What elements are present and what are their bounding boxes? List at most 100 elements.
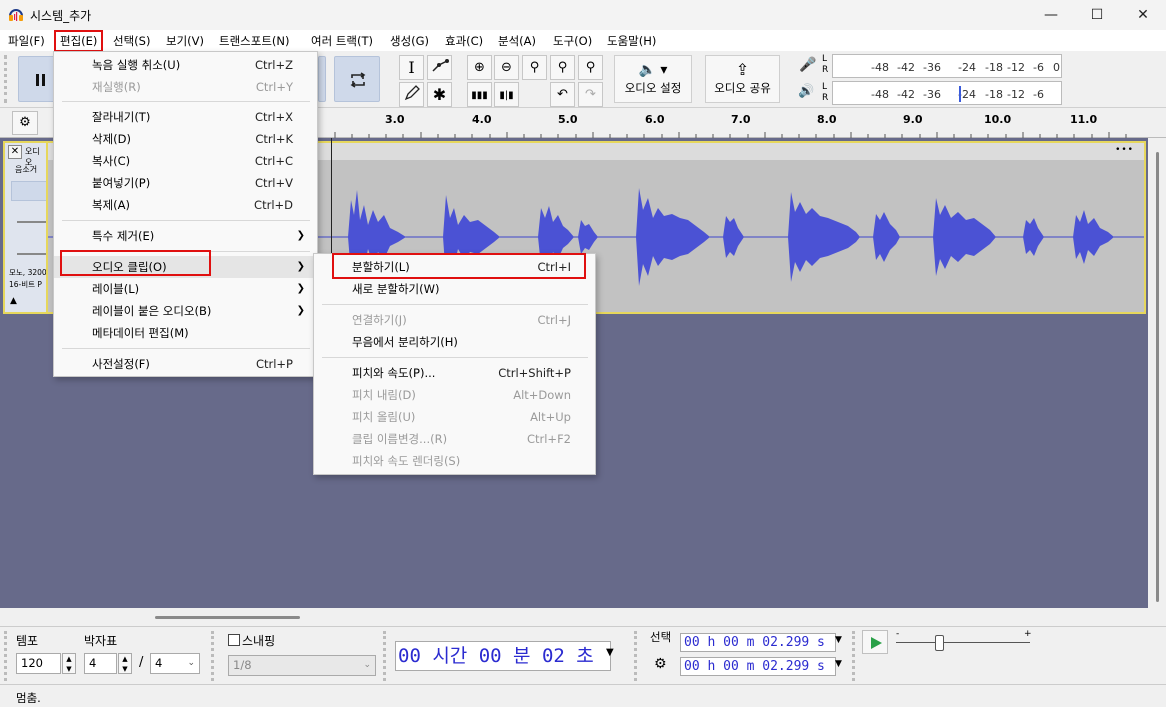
toolbar-grip[interactable] xyxy=(4,631,7,681)
envelope-tool-button[interactable] xyxy=(427,55,452,80)
fit-project-button[interactable]: ⚲ xyxy=(550,55,575,80)
playback-meter[interactable]: -48 -42 -36 -24 -18 -12 -6 xyxy=(832,81,1062,105)
track-close-button[interactable]: ✕ xyxy=(8,145,22,159)
multi-tool-button[interactable]: ✱ xyxy=(427,82,452,107)
menu-analyze[interactable]: 분석(A) xyxy=(496,32,538,50)
solo-button[interactable] xyxy=(11,181,46,201)
loop-button[interactable] xyxy=(334,56,380,102)
fit-selection-button[interactable]: ⚲ xyxy=(522,55,547,80)
toolbar-grip[interactable] xyxy=(211,631,214,681)
pan-slider[interactable] xyxy=(17,253,46,255)
audio-share-button[interactable]: ⇪ 오디오 공유 xyxy=(705,55,780,103)
audio-setup-button[interactable]: 🔈 ▾ 오디오 설정 xyxy=(614,55,692,103)
gear-icon[interactable]: ⚙ xyxy=(12,111,38,135)
toolbar-grip[interactable] xyxy=(383,631,386,681)
menu-item-render-pitch-speed[interactable]: 피치와 속도 렌더링(S) xyxy=(314,450,595,472)
menu-item-paste[interactable]: 붙여넣기(P) Ctrl+V xyxy=(54,172,317,194)
menu-item-rename-clip[interactable]: 클립 이름변경...(R) Ctrl+F2 xyxy=(314,428,595,450)
redo-button[interactable]: ↷ xyxy=(578,82,603,107)
selection-start-time[interactable]: 00 h 00 m 02.299 s xyxy=(680,633,836,652)
menu-effect[interactable]: 효과(C) xyxy=(443,32,485,50)
gear-icon[interactable]: ⚙ xyxy=(654,656,667,672)
menu-item-preferences[interactable]: 사전설정(F) Ctrl+P xyxy=(54,353,317,375)
toolbar-grip[interactable] xyxy=(634,631,637,681)
asterisk-icon: ✱ xyxy=(432,85,447,104)
menu-item-redo[interactable]: 재실행(R) Ctrl+Y xyxy=(54,76,317,98)
microphone-icon[interactable]: 🎤 xyxy=(799,57,816,73)
menu-item-detach-silence[interactable]: 무음에서 분리하기(H) xyxy=(314,331,595,353)
tempo-spinner[interactable]: ▲ ▼ xyxy=(62,653,76,674)
scroll-thumb[interactable] xyxy=(1156,152,1159,602)
tempo-input[interactable]: 120 xyxy=(16,653,61,674)
draw-tool-button[interactable] xyxy=(399,82,424,107)
zoom-out-button[interactable]: ⊖ xyxy=(494,55,519,80)
menu-item-pitch-down[interactable]: 피치 내림(D) Alt+Down xyxy=(314,384,595,406)
zoom-in-button[interactable]: ⊕ xyxy=(467,55,492,80)
menu-item-delete[interactable]: 삭제(D) Ctrl+K xyxy=(54,128,317,150)
meter-label: -24 xyxy=(958,61,976,74)
menu-item-join[interactable]: 연결하기(J) Ctrl+J xyxy=(314,309,595,331)
collapse-arrow-icon[interactable]: ▲ xyxy=(10,296,17,306)
selection-start-arrow-icon[interactable]: ▼ xyxy=(835,635,842,645)
selection-tool-button[interactable]: I xyxy=(399,55,424,80)
menu-item-pitch-speed[interactable]: 피치와 속도(P)... Ctrl+Shift+P xyxy=(314,362,595,384)
close-button[interactable]: ✕ xyxy=(1120,0,1166,30)
menu-item-labels[interactable]: 레이블(L) ❯ xyxy=(54,278,317,300)
menu-transport[interactable]: 트랜스포트(N) xyxy=(217,32,291,50)
playback-speed-slider[interactable] xyxy=(896,642,1030,643)
menu-help[interactable]: 도움말(H) xyxy=(605,32,658,50)
undo-button[interactable]: ↶ xyxy=(550,82,575,107)
menu-item-duplicate[interactable]: 복제(A) Ctrl+D xyxy=(54,194,317,216)
track-control-panel[interactable]: ✕ 오디오 음소거 모노, 3200 16-비트 P ▲ xyxy=(3,141,48,314)
track-format-info: 모노, 3200 xyxy=(9,268,47,277)
snap-checkbox[interactable] xyxy=(228,634,240,646)
time-display[interactable]: 00 시간 00 분 02 초 xyxy=(395,641,611,671)
minimize-button[interactable]: — xyxy=(1028,0,1074,30)
selection-label: 선택 xyxy=(650,630,672,644)
ts-numerator-input[interactable]: 4 xyxy=(84,653,117,674)
undo-icon: ↶ xyxy=(557,87,568,102)
ts-denominator-value: 4 xyxy=(155,656,163,670)
menu-tracks[interactable]: 여러 트랙(T) xyxy=(309,32,375,50)
time-format-arrow-icon[interactable]: ▼ xyxy=(606,647,614,658)
menu-item-split-new[interactable]: 새로 분할하기(W) xyxy=(314,278,595,300)
transport-button-partial[interactable] xyxy=(318,56,326,102)
menu-item-copy[interactable]: 복사(C) Ctrl+C xyxy=(54,150,317,172)
menu-file[interactable]: 파일(F) xyxy=(6,32,47,50)
menu-item-remove-special[interactable]: 특수 제거(E) ❯ xyxy=(54,225,317,247)
playback-speaker-icon[interactable]: 🔊 xyxy=(798,84,814,99)
menu-generate[interactable]: 생성(G) xyxy=(388,32,431,50)
speed-slider-thumb[interactable] xyxy=(935,635,944,651)
menu-item-undo[interactable]: 녹음 실행 취소(U) Ctrl+Z xyxy=(54,54,317,76)
meter-label: -36 xyxy=(923,88,941,101)
play-at-speed-button[interactable] xyxy=(862,630,888,654)
toolbar-grip[interactable] xyxy=(4,55,10,103)
gain-slider[interactable] xyxy=(17,221,46,223)
toolbar-grip[interactable] xyxy=(852,631,855,681)
h-scroll-thumb[interactable] xyxy=(155,616,300,619)
ts-denominator-select[interactable]: 4 ⌄ xyxy=(150,653,200,674)
menu-edit[interactable]: 편집(E) xyxy=(54,30,104,52)
mute-button[interactable]: 음소거 xyxy=(15,164,37,175)
recording-meter[interactable]: -48 -42 -36 -24 -18 -12 -6 0 xyxy=(832,54,1062,78)
menu-item-metadata[interactable]: 메타데이터 편집(M) xyxy=(54,322,317,344)
trim-button[interactable]: ▮▮▮ xyxy=(467,82,492,107)
menu-select[interactable]: 선택(S) xyxy=(111,32,152,50)
snap-label: 스내핑 xyxy=(242,634,276,648)
selection-end-arrow-icon[interactable]: ▼ xyxy=(835,659,842,669)
ts-spinner[interactable]: ▲ ▼ xyxy=(118,653,132,674)
snap-select[interactable]: 1/8 ⌄ xyxy=(228,655,376,676)
menu-item-pitch-up[interactable]: 피치 올림(U) Alt+Up xyxy=(314,406,595,428)
menu-item-cut[interactable]: 잘라내기(T) Ctrl+X xyxy=(54,106,317,128)
horizontal-scrollbar[interactable] xyxy=(0,608,1166,626)
menu-view[interactable]: 보기(V) xyxy=(164,32,206,50)
selection-end-time[interactable]: 00 h 00 m 02.299 s xyxy=(680,657,836,676)
zoom-toggle-button[interactable]: ⚲ xyxy=(578,55,603,80)
menu-tools[interactable]: 도구(O) xyxy=(551,32,594,50)
meter-label: -18 xyxy=(985,61,1003,74)
clip-menu-dots[interactable]: ••• xyxy=(1115,145,1134,155)
silence-button[interactable]: ▮|▮ xyxy=(494,82,519,107)
menu-item-labeled-audio[interactable]: 레이블이 붙은 오디오(B) ❯ xyxy=(54,300,317,322)
vertical-scrollbar[interactable] xyxy=(1148,138,1166,608)
maximize-button[interactable]: ☐ xyxy=(1074,0,1120,30)
